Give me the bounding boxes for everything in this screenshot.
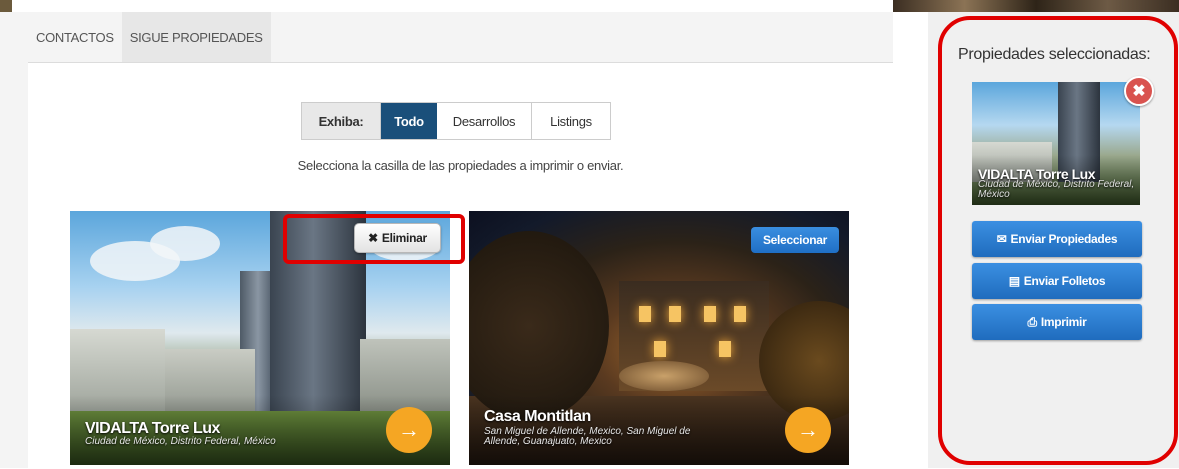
tab-contactos[interactable]: CONTACTOS [28,12,122,62]
window-light [704,306,716,322]
fountain-image [619,361,709,391]
highlight-panel [938,16,1178,465]
window-light [639,306,651,322]
instructions-text: Selecciona la casilla de las propiedades… [297,158,624,173]
property-location: Ciudad de México, Distrito Federal, Méxi… [85,436,276,447]
tab-sigue-propiedades[interactable]: SIGUE PROPIEDADES [121,12,271,62]
arrow-right-icon[interactable]: → [785,407,831,453]
arrow-right-icon[interactable]: → [386,407,432,453]
filter-group: Exhiba: Todo Desarrollos Listings [301,102,611,140]
filter-desarrollos-button[interactable]: Desarrollos [437,103,532,139]
window-light [654,341,666,357]
property-title[interactable]: Casa Montitlan [484,408,591,426]
property-card[interactable]: Seleccionar Casa Montitlan San Miguel de… [469,211,849,465]
filter-listings-button[interactable]: Listings [532,103,610,139]
top-strip [0,0,893,12]
filter-label: Exhiba: [302,103,381,139]
tree-image [469,231,609,421]
seleccionar-button[interactable]: Seleccionar [751,227,839,253]
filter-todo-button[interactable]: Todo [381,103,437,139]
highlight-eliminar [283,214,465,264]
tab-bar: CONTACTOS SIGUE PROPIEDADES [28,12,271,62]
top-strip-image [893,0,1179,12]
window-light [669,306,681,322]
property-location: San Miguel de Allende, Mexico, San Migue… [484,426,691,447]
window-light [734,306,746,322]
cloud-shape [150,226,220,261]
window-light [719,341,731,357]
